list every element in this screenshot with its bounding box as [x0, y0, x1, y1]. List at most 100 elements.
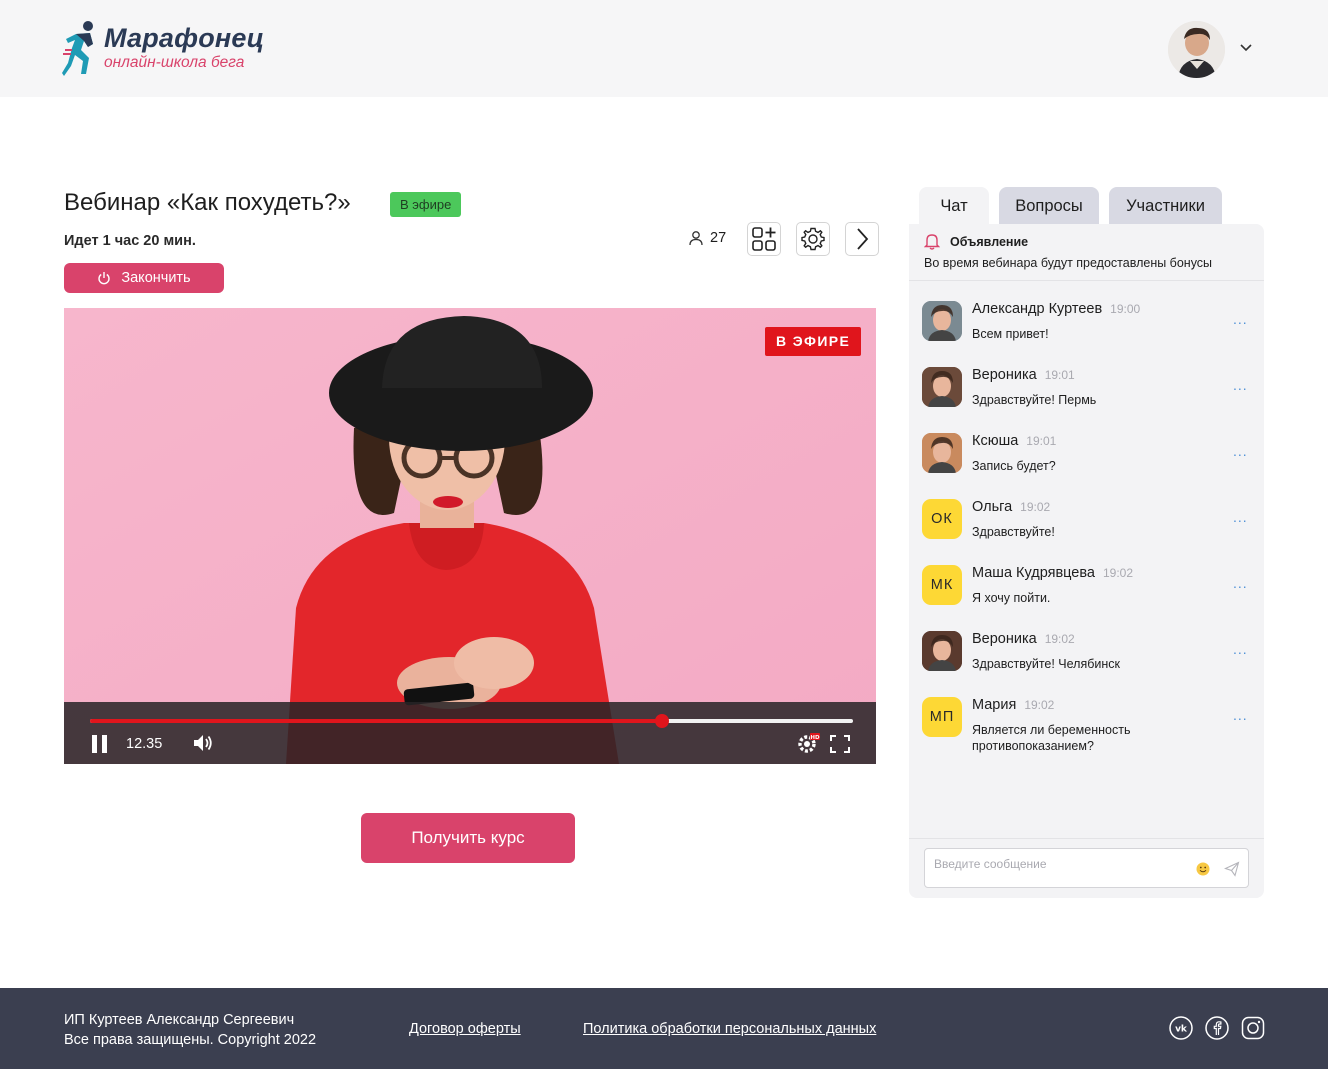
avatar-initials: МП: [929, 709, 955, 725]
elapsed-time: Идет 1 час 20 мин.: [64, 233, 196, 249]
footer-company-name: ИП Куртеев Александр Сергеевич: [64, 1012, 295, 1028]
stop-webinar-button[interactable]: Закончить: [64, 263, 224, 293]
user-icon: [689, 231, 703, 246]
tab-participants[interactable]: Участники: [1109, 187, 1222, 225]
message-text: Здравствуйте! Пермь: [972, 393, 1097, 407]
chevron-right-icon: [857, 228, 869, 250]
video-player[interactable]: В ЭФИРЕ 12.35 HD: [64, 308, 876, 764]
volume-icon[interactable]: [192, 733, 214, 753]
tab-questions[interactable]: Вопросы: [999, 187, 1099, 225]
page-title: Вебинар «Как похудеть?»: [64, 189, 351, 216]
message-text: Является ли беременность противопоказани…: [972, 723, 1131, 753]
settings-button[interactable]: [796, 222, 830, 256]
message-more-button[interactable]: ...: [1233, 311, 1248, 327]
chat-message: МК Маша Кудрявцева 19:02 Я хочу пойти....: [921, 565, 1254, 627]
message-time: 19:01: [1026, 434, 1057, 448]
user-avatar[interactable]: [1168, 21, 1225, 78]
avatar-photo: [922, 301, 962, 341]
bell-icon: [924, 234, 940, 250]
runner-logo-icon: [62, 21, 93, 76]
message-input[interactable]: [934, 855, 1184, 873]
logo-title: Марафонец: [104, 23, 265, 53]
message-avatar[interactable]: МК: [922, 565, 962, 605]
chat-message: Александр Куртеев 19:00 Всем привет!...: [921, 301, 1254, 363]
progress-thumb[interactable]: [655, 714, 670, 728]
add-widget-icon: [752, 227, 776, 251]
message-field[interactable]: [924, 848, 1249, 888]
avatar-photo: [922, 631, 962, 671]
emoji-icon[interactable]: [1196, 862, 1210, 876]
offer-link[interactable]: Договор оферты: [409, 1021, 521, 1037]
message-more-button[interactable]: ...: [1233, 377, 1248, 393]
announcement-text: Во время вебинара будут предоставлены бо…: [924, 256, 1213, 270]
message-author: Вероника 19:01: [972, 367, 1075, 383]
chat-message: ОК Ольга 19:02 Здравствуйте!...: [921, 499, 1254, 561]
message-more-button[interactable]: ...: [1233, 641, 1248, 657]
message-author: Александр Куртеев 19:00: [972, 301, 1140, 317]
video-controls: 12.35 HD: [64, 702, 876, 764]
avatar-initials: МК: [930, 577, 954, 593]
message-avatar[interactable]: [922, 301, 962, 341]
settings-hd-icon[interactable]: HD: [797, 732, 821, 754]
logo[interactable]: Марафонец онлайн-школа бега: [62, 20, 272, 80]
message-text: Я хочу пойти.: [972, 591, 1051, 605]
message-author: Ольга 19:02: [972, 499, 1050, 515]
facebook-icon[interactable]: [1205, 1016, 1229, 1040]
stop-webinar-label: Закончить: [121, 270, 191, 286]
site-header: Марафонец онлайн-школа бега: [0, 0, 1328, 97]
vk-icon[interactable]: vk: [1169, 1016, 1193, 1040]
message-author-name: Вероника: [972, 367, 1037, 383]
message-more-button[interactable]: ...: [1233, 575, 1248, 591]
message-avatar[interactable]: МП: [922, 697, 962, 737]
message-author-name: Александр Куртеев: [972, 301, 1103, 317]
logo-subtitle: онлайн-школа бега: [104, 54, 245, 71]
message-time: 19:00: [1110, 302, 1141, 316]
message-time: 19:01: [1044, 368, 1075, 382]
next-button[interactable]: [845, 222, 879, 256]
announcement: Объявление Во время вебинара будут предо…: [909, 224, 1264, 281]
fullscreen-icon[interactable]: [830, 735, 850, 753]
message-more-button[interactable]: ...: [1233, 443, 1248, 459]
message-avatar[interactable]: ОК: [922, 499, 962, 539]
chat-message: Ксюша 19:01 Запись будет?...: [921, 433, 1254, 495]
privacy-link[interactable]: Политика обработки персональных данных: [583, 1021, 876, 1037]
video-frame: [64, 308, 876, 764]
chat-divider: [909, 838, 1264, 839]
announcement-title: Объявление: [950, 235, 1029, 249]
message-avatar[interactable]: [922, 631, 962, 671]
video-time: 12.35: [126, 736, 163, 752]
live-status-badge: В эфире: [390, 192, 462, 217]
avatar-photo: [922, 367, 962, 407]
avatar-photo: [922, 433, 962, 473]
message-more-button[interactable]: ...: [1233, 509, 1248, 525]
tab-chat[interactable]: Чат: [919, 187, 989, 225]
message-avatar[interactable]: [922, 433, 962, 473]
message-avatar[interactable]: [922, 367, 962, 407]
instagram-icon[interactable]: [1241, 1016, 1265, 1040]
message-time: 19:02: [1102, 566, 1134, 580]
message-more-button[interactable]: ...: [1233, 707, 1248, 723]
add-widget-button[interactable]: [747, 222, 781, 256]
viewer-count: 27: [688, 230, 726, 246]
progress-track[interactable]: [90, 714, 853, 728]
send-icon[interactable]: [1224, 861, 1240, 877]
svg-text:HD: HD: [810, 735, 820, 741]
avatar-initials: ОК: [931, 511, 953, 527]
message-author: Вероника 19:02: [972, 631, 1075, 647]
progress-fill: [90, 719, 663, 723]
get-course-button[interactable]: Получить курс: [361, 813, 575, 863]
chat-message: Вероника 19:02 Здравствуйте! Челябинск...: [921, 631, 1254, 693]
chevron-down-icon[interactable]: [1238, 40, 1254, 56]
message-time: 19:02: [1020, 500, 1051, 514]
message-author-name: Маша Кудрявцева: [972, 565, 1095, 581]
pause-icon[interactable]: [90, 733, 110, 755]
video-live-badge: В ЭФИРЕ: [765, 327, 862, 356]
message-text: Здравствуйте!: [972, 525, 1055, 539]
message-time: 19:02: [1044, 632, 1075, 646]
message-text: Здравствуйте! Челябинск: [972, 657, 1120, 671]
chat-panel: Объявление Во время вебинара будут предо…: [909, 224, 1264, 898]
user-avatar-photo: [1168, 21, 1225, 78]
svg-text:vk: vk: [1175, 1025, 1188, 1035]
message-author: Ксюша 19:01: [972, 433, 1056, 449]
message-time: 19:02: [1024, 698, 1055, 712]
